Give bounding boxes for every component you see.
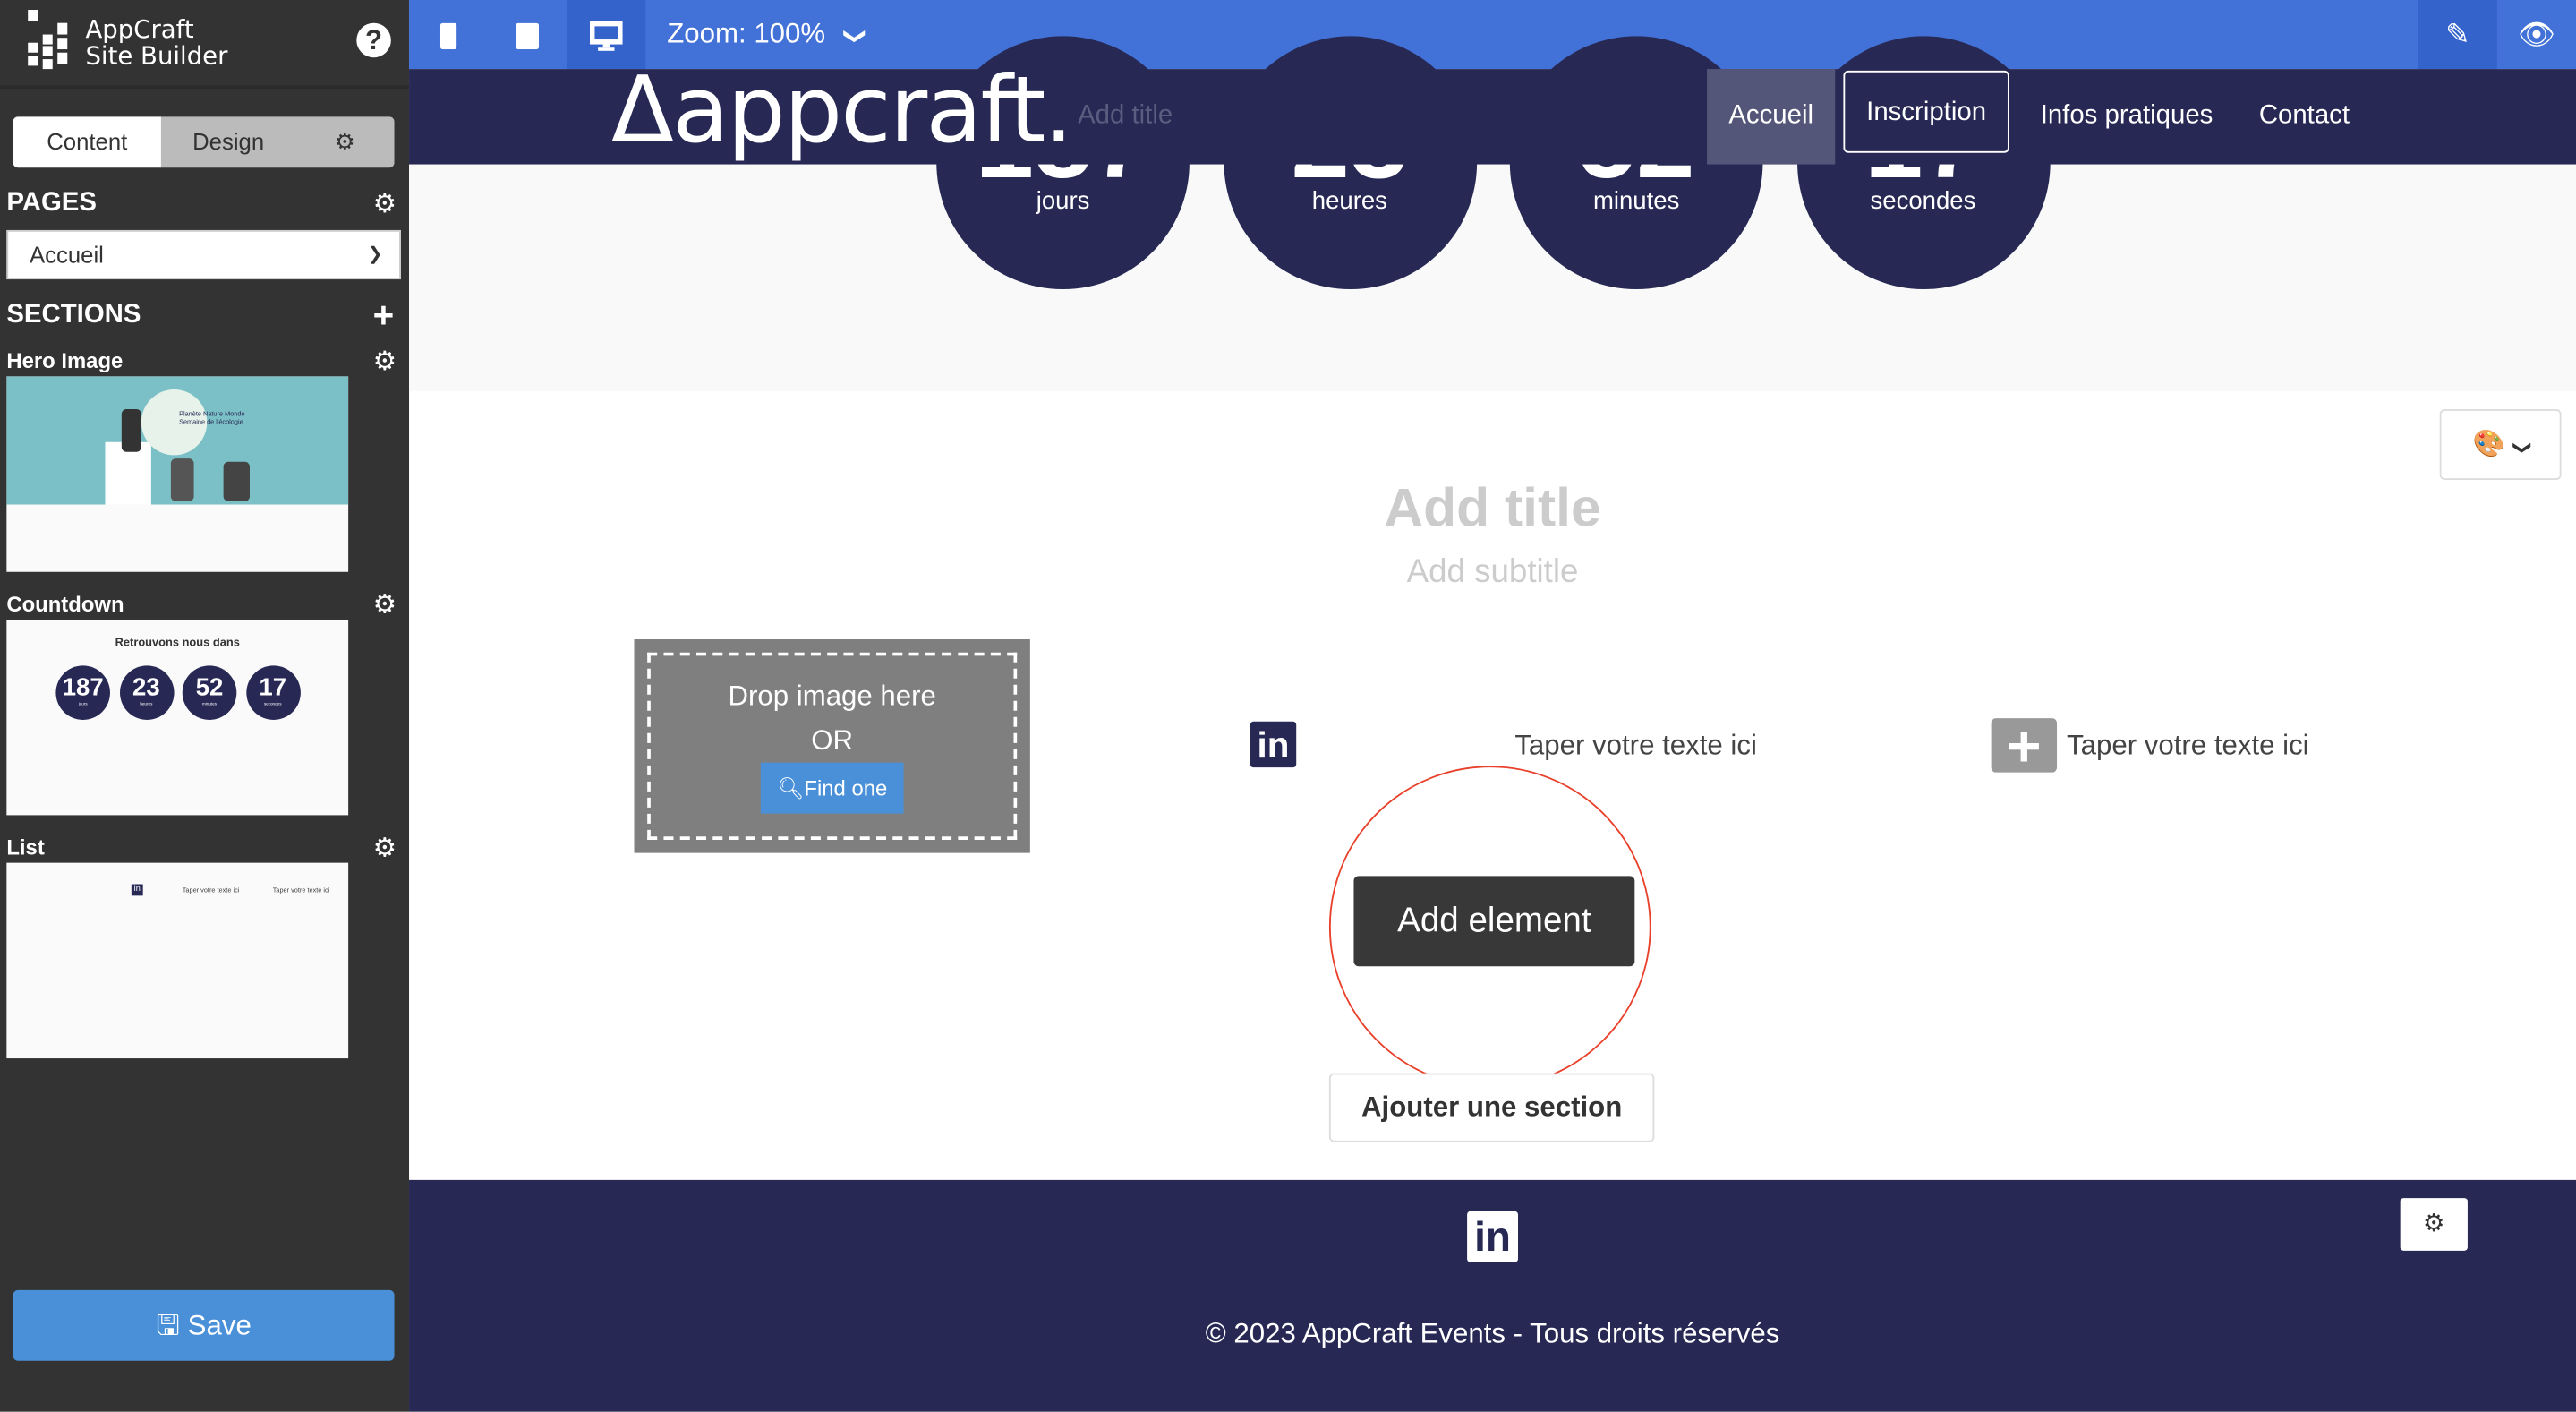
site-title-placeholder[interactable]: Add title: [1078, 102, 1173, 132]
eye-icon: 👁: [2518, 18, 2555, 51]
page-select-value: Accueil: [30, 241, 104, 269]
countdown-thumb-number: 52: [195, 673, 224, 702]
linkedin-icon[interactable]: in: [1467, 1211, 1519, 1262]
gear-icon[interactable]: ⚙: [373, 832, 397, 865]
gear-icon[interactable]: ⚙: [373, 187, 397, 220]
nav-contact[interactable]: Contact: [2259, 69, 2350, 164]
countdown-thumb-circle: 17 secondes: [245, 665, 300, 720]
find-label: Find one: [804, 775, 888, 800]
nav-inscription[interactable]: Inscription: [1843, 70, 2009, 153]
save-label: Save: [187, 1309, 252, 1341]
site-footer: in ⚙ © 2023 AppCraft Events - Tous droit…: [409, 1179, 2576, 1412]
countdown-thumb-number: 187: [62, 673, 104, 702]
edit-button[interactable]: ✎: [2418, 0, 2497, 70]
countdown-thumb-unit: minutes: [201, 701, 218, 707]
section-thumb-list[interactable]: in Taper votre texte ici Taper votre tex…: [6, 862, 349, 1059]
section-label-list: List: [6, 834, 45, 860]
chevron-down-icon: ❯: [843, 27, 869, 46]
countdown-unit: heures: [1311, 187, 1387, 216]
mobile-icon: [439, 23, 457, 50]
countdown-thumb-number: 17: [259, 673, 287, 702]
drop-text: Drop image here: [728, 680, 936, 712]
add-element-button[interactable]: Add element: [1353, 876, 1635, 967]
section-thumb-countdown[interactable]: Retrouvons nous dans 187 jours 23 heures 52 m…: [6, 619, 349, 816]
countdown-thumb-unit: heures: [140, 701, 153, 707]
chevron-down-icon: ❯: [2511, 440, 2531, 456]
appcraft-logo-icon: [28, 10, 68, 70]
countdown-thumb-title: Retrouvons nous dans: [115, 638, 240, 650]
footer-settings-button[interactable]: ⚙: [2400, 1198, 2468, 1251]
hero-thumb-text: Planète Nature Monde Semaine de l'écolog…: [179, 409, 245, 426]
add-section-plus-icon[interactable]: +: [373, 295, 395, 338]
list-thumb-item: Taper votre texte ici: [182, 886, 240, 894]
app-name-line1: AppCraft: [85, 14, 194, 45]
countdown-unit: secondes: [1870, 187, 1976, 216]
sidebar: AppCraft Site Builder ? Content Design ⚙ …: [0, 0, 410, 1412]
appcraft-a-icon: Δ: [610, 57, 674, 165]
site-logo-text: appcraft.: [672, 57, 1073, 165]
footer-copyright: © 2023 AppCraft Events - Tous droits rés…: [1205, 1318, 1780, 1349]
site-logo[interactable]: Δappcraft.: [611, 65, 1073, 164]
zoom-label: Zoom: 100%: [667, 18, 826, 50]
page-select[interactable]: Accueil ❯: [6, 229, 401, 280]
hero-thumb-image: Planète Nature Monde Semaine de l'écolog…: [6, 376, 349, 505]
edit-icon: ✎: [2445, 18, 2470, 51]
nav-infos-pratiques[interactable]: Infos pratiques: [2041, 69, 2213, 164]
app-name-line2: Site Builder: [85, 40, 228, 71]
app-name: AppCraft Site Builder: [85, 16, 227, 69]
tablet-icon: [516, 23, 540, 50]
countdown-unit: minutes: [1592, 187, 1680, 216]
list-item-text[interactable]: Taper votre texte ici: [2067, 730, 2309, 763]
add-item-plus-icon[interactable]: +: [1991, 715, 2058, 774]
search-icon: 🔍︎: [777, 775, 805, 800]
save-button[interactable]: 🖫 Save: [13, 1289, 395, 1361]
linkedin-icon[interactable]: in: [1250, 721, 1297, 768]
desktop-icon: [589, 21, 623, 52]
gear-icon[interactable]: ⚙: [373, 588, 397, 621]
site-navbar: Δappcraft. Add title Accueil Inscription…: [409, 65, 2576, 165]
preview-button[interactable]: 👁: [2497, 0, 2576, 69]
floppy-disk-icon: 🖫: [156, 1309, 180, 1341]
pages-header: PAGES: [6, 189, 97, 218]
section-label-countdown: Countdown: [6, 591, 124, 617]
section-thumb-hero[interactable]: Planète Nature Monde Semaine de l'écolog…: [6, 376, 349, 572]
section-title[interactable]: Add title: [409, 476, 2576, 539]
section-subtitle[interactable]: Add subtitle: [409, 554, 2576, 592]
countdown-thumb-number: 23: [132, 673, 160, 702]
countdown-unit: jours: [1036, 187, 1090, 216]
list-item-text[interactable]: Taper votre texte ici: [1514, 730, 1757, 763]
countdown-thumb-unit: secondes: [263, 701, 282, 707]
gear-icon[interactable]: ⚙: [325, 116, 364, 167]
gear-icon[interactable]: ⚙: [373, 345, 397, 378]
section-label-hero: Hero Image: [6, 348, 124, 373]
list-thumb-item: Taper votre texte ici: [272, 886, 330, 894]
question-circle-icon[interactable]: ?: [356, 22, 391, 58]
gear-icon: ⚙: [2422, 1209, 2445, 1238]
linkedin-icon: in: [131, 884, 143, 896]
divider: [0, 85, 410, 90]
countdown-section: [409, 164, 2576, 391]
countdown-thumb-circle: 52 minutes: [182, 665, 237, 720]
chevron-down-icon: ❯: [367, 244, 383, 265]
nav-accueil[interactable]: Accueil: [1707, 69, 1836, 165]
countdown-thumb-circle: 187 jours: [55, 665, 110, 720]
mobile-view-button[interactable]: [409, 0, 488, 69]
palette-dropdown[interactable]: 🎨 ❯: [2439, 409, 2562, 480]
tab-content[interactable]: Content: [13, 116, 161, 168]
countdown-thumb-circle: 23 heures: [119, 665, 174, 720]
tab-design[interactable]: Design: [161, 116, 296, 167]
image-dropzone[interactable]: Drop image here OR 🔍︎Find one: [634, 639, 1030, 853]
add-section-button[interactable]: Ajouter une section: [1328, 1073, 1655, 1142]
tablet-view-button[interactable]: [488, 0, 567, 69]
countdown-thumb-unit: jours: [78, 701, 88, 707]
find-image-button[interactable]: 🔍︎Find one: [760, 762, 904, 814]
sidebar-tabs: Content Design ⚙: [13, 116, 395, 168]
or-text: OR: [811, 724, 854, 757]
sections-header: SECTIONS: [6, 300, 141, 329]
